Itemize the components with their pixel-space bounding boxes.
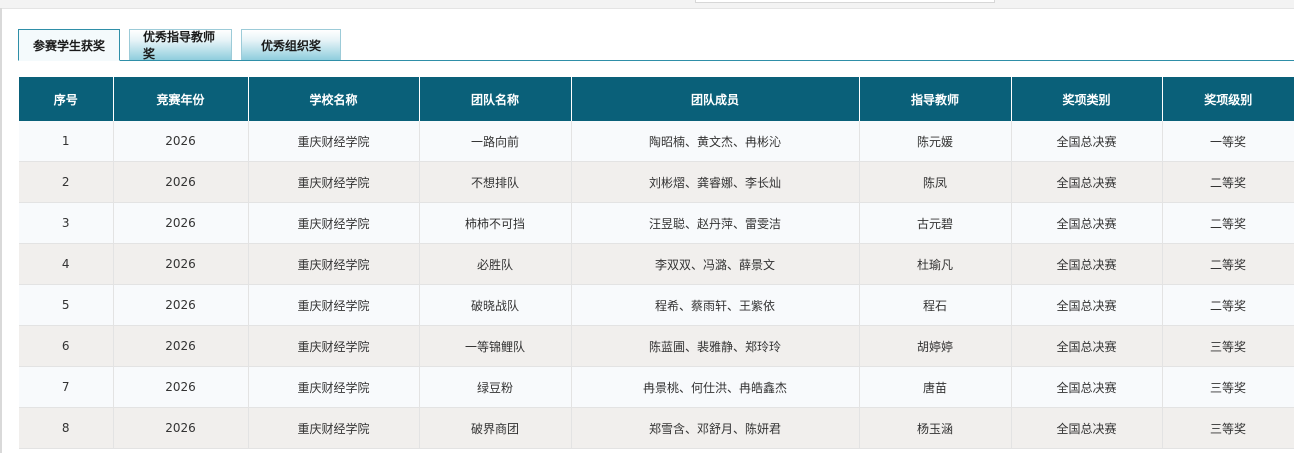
cell-award-level: 三等奖 <box>1162 325 1294 367</box>
cell-award-category: 全国总决赛 <box>1011 284 1163 326</box>
cell-award-level: 二等奖 <box>1162 243 1294 285</box>
cell-advisor: 陈元媛 <box>859 121 1012 162</box>
cell-advisor: 杨玉涵 <box>859 407 1012 449</box>
cell-award-category: 全国总决赛 <box>1011 202 1163 244</box>
cell-team-name: 一路向前 <box>419 121 572 162</box>
cell-year: 2026 <box>113 325 249 367</box>
search-box[interactable] <box>695 0 995 3</box>
cell-team-members: 郑雪含、邓舒月、陈妍君 <box>571 407 860 449</box>
tab-organization-awards[interactable]: 优秀组织奖 <box>241 29 341 60</box>
cell-award-category: 全国总决赛 <box>1011 121 1163 162</box>
cell-team-members: 陶昭楠、黄文杰、冉彬沁 <box>571 121 860 162</box>
cell-advisor: 胡婷婷 <box>859 325 1012 367</box>
cell-award-level: 三等奖 <box>1162 407 1294 449</box>
header-team-members: 团队成员 <box>571 77 860 121</box>
cell-year: 2026 <box>113 202 249 244</box>
cell-team-members: 李双双、冯潞、薛景文 <box>571 243 860 285</box>
awards-table: 序号 竞赛年份 学校名称 团队名称 团队成员 指导教师 奖项类别 奖项级别 1 … <box>19 77 1294 449</box>
tab-student-awards[interactable]: 参赛学生获奖 <box>18 29 120 61</box>
cell-award-category: 全国总决赛 <box>1011 243 1163 285</box>
cell-team-name: 柿柿不可挡 <box>419 202 572 244</box>
tab-teacher-awards[interactable]: 优秀指导教师奖 <box>129 29 232 61</box>
cell-year: 2026 <box>113 161 249 203</box>
cell-year: 2026 <box>113 121 249 162</box>
header-team-name: 团队名称 <box>419 77 572 121</box>
table-row: 2 2026 重庆财经学院 不想排队 刘彬熠、龚睿娜、李长灿 陈凤 全国总决赛 … <box>19 161 1294 203</box>
cell-team-name: 绿豆粉 <box>419 366 572 408</box>
cell-award-category: 全国总决赛 <box>1011 161 1163 203</box>
cell-year: 2026 <box>113 284 249 326</box>
cell-index: 2 <box>19 161 114 203</box>
cell-advisor: 古元碧 <box>859 202 1012 244</box>
cell-award-category: 全国总决赛 <box>1011 325 1163 367</box>
cell-index: 3 <box>19 202 114 244</box>
cell-award-level: 二等奖 <box>1162 202 1294 244</box>
header-award-level: 奖项级别 <box>1162 77 1294 121</box>
table-row: 7 2026 重庆财经学院 绿豆粉 冉景桃、何仕洪、冉皓鑫杰 唐苗 全国总决赛 … <box>19 366 1294 408</box>
cell-index: 5 <box>19 284 114 326</box>
table-row: 6 2026 重庆财经学院 一等锦鲤队 陈蓝圃、裴雅静、郑玲玲 胡婷婷 全国总决… <box>19 325 1294 367</box>
top-toolbar-strip <box>0 0 1294 9</box>
header-award-category: 奖项类别 <box>1011 77 1163 121</box>
cell-award-level: 二等奖 <box>1162 161 1294 203</box>
left-border <box>0 8 2 453</box>
table-header-row: 序号 竞赛年份 学校名称 团队名称 团队成员 指导教师 奖项类别 奖项级别 <box>19 77 1294 121</box>
cell-team-members: 程希、蔡雨轩、王紫依 <box>571 284 860 326</box>
cell-school: 重庆财经学院 <box>248 325 420 367</box>
cell-index: 1 <box>19 121 114 162</box>
cell-school: 重庆财经学院 <box>248 366 420 408</box>
cell-advisor: 唐苗 <box>859 366 1012 408</box>
cell-team-name: 必胜队 <box>419 243 572 285</box>
cell-team-members: 汪昱聪、赵丹萍、雷雯洁 <box>571 202 860 244</box>
cell-team-name: 不想排队 <box>419 161 572 203</box>
cell-index: 7 <box>19 366 114 408</box>
cell-year: 2026 <box>113 407 249 449</box>
cell-team-members: 陈蓝圃、裴雅静、郑玲玲 <box>571 325 860 367</box>
table-row: 8 2026 重庆财经学院 破界商团 郑雪含、邓舒月、陈妍君 杨玉涵 全国总决赛… <box>19 407 1294 449</box>
cell-team-name: 破界商团 <box>419 407 572 449</box>
award-tabs: 参赛学生获奖 优秀指导教师奖 优秀组织奖 <box>18 29 341 61</box>
cell-advisor: 陈凤 <box>859 161 1012 203</box>
cell-award-level: 二等奖 <box>1162 284 1294 326</box>
table-row: 3 2026 重庆财经学院 柿柿不可挡 汪昱聪、赵丹萍、雷雯洁 古元碧 全国总决… <box>19 202 1294 244</box>
cell-team-members: 刘彬熠、龚睿娜、李长灿 <box>571 161 860 203</box>
cell-year: 2026 <box>113 243 249 285</box>
cell-award-level: 一等奖 <box>1162 121 1294 162</box>
cell-advisor: 程石 <box>859 284 1012 326</box>
cell-school: 重庆财经学院 <box>248 243 420 285</box>
cell-school: 重庆财经学院 <box>248 202 420 244</box>
cell-index: 8 <box>19 407 114 449</box>
cell-team-members: 冉景桃、何仕洪、冉皓鑫杰 <box>571 366 860 408</box>
cell-school: 重庆财经学院 <box>248 284 420 326</box>
cell-team-name: 破晓战队 <box>419 284 572 326</box>
cell-school: 重庆财经学院 <box>248 121 420 162</box>
cell-award-category: 全国总决赛 <box>1011 366 1163 408</box>
cell-team-name: 一等锦鲤队 <box>419 325 572 367</box>
header-advisor: 指导教师 <box>859 77 1012 121</box>
cell-school: 重庆财经学院 <box>248 407 420 449</box>
table-row: 5 2026 重庆财经学院 破晓战队 程希、蔡雨轩、王紫依 程石 全国总决赛 二… <box>19 284 1294 326</box>
header-school: 学校名称 <box>248 77 420 121</box>
cell-year: 2026 <box>113 366 249 408</box>
cell-award-level: 三等奖 <box>1162 366 1294 408</box>
header-index: 序号 <box>19 77 114 121</box>
table-row: 1 2026 重庆财经学院 一路向前 陶昭楠、黄文杰、冉彬沁 陈元媛 全国总决赛… <box>19 121 1294 162</box>
table-row: 4 2026 重庆财经学院 必胜队 李双双、冯潞、薛景文 杜瑜凡 全国总决赛 二… <box>19 243 1294 285</box>
tab-underline <box>18 60 1294 61</box>
cell-advisor: 杜瑜凡 <box>859 243 1012 285</box>
header-year: 竞赛年份 <box>113 77 249 121</box>
cell-index: 6 <box>19 325 114 367</box>
cell-index: 4 <box>19 243 114 285</box>
cell-award-category: 全国总决赛 <box>1011 407 1163 449</box>
cell-school: 重庆财经学院 <box>248 161 420 203</box>
